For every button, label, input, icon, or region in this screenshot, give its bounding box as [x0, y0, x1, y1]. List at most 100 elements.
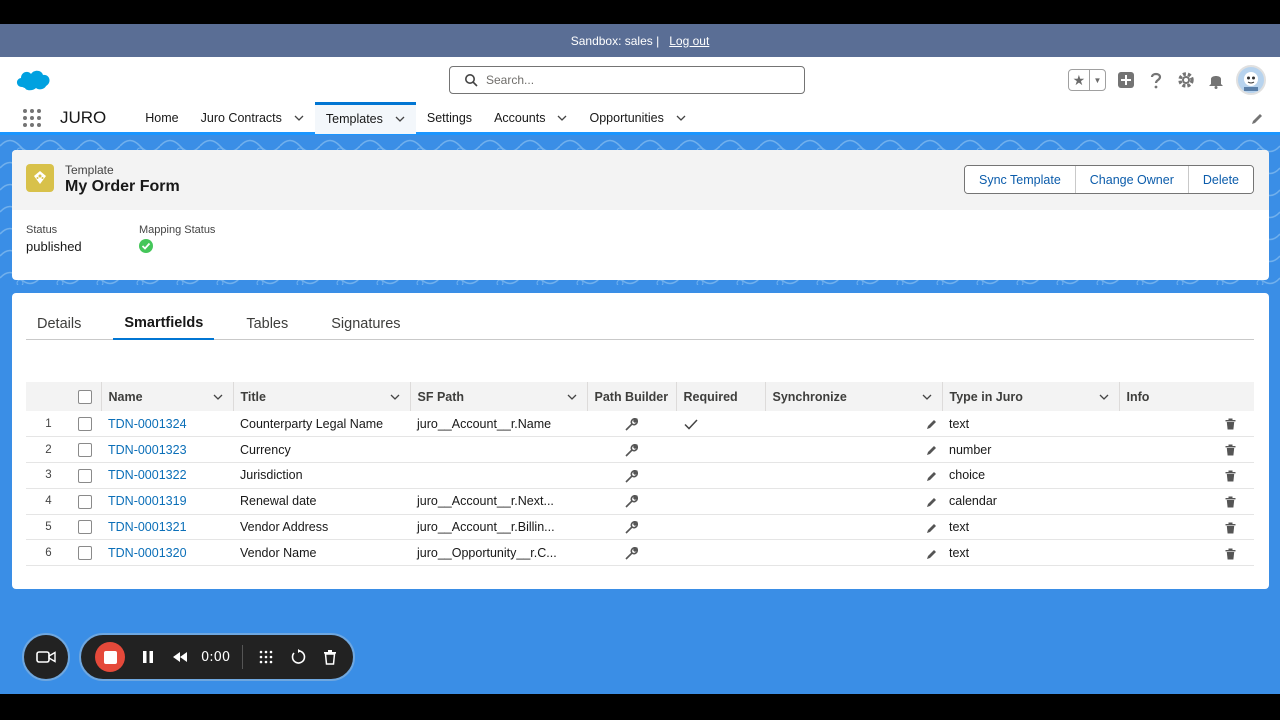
nav-item-juro-contracts[interactable]: Juro Contracts: [190, 102, 315, 134]
global-actions-plus-icon[interactable]: [1116, 70, 1136, 90]
trash-icon[interactable]: [1225, 522, 1236, 534]
row-checkbox[interactable]: [78, 520, 92, 535]
row-checkbox[interactable]: [78, 468, 92, 483]
column-header-title[interactable]: Title: [233, 382, 411, 411]
wrench-icon[interactable]: [625, 495, 638, 508]
star-icon[interactable]: ★: [1069, 70, 1090, 90]
rewind-button[interactable]: [171, 648, 189, 666]
gear-icon[interactable]: [1176, 70, 1196, 90]
camera-toggle-button[interactable]: [22, 633, 70, 681]
smartfield-name-link[interactable]: TDN-0001323: [101, 436, 233, 464]
column-header-info[interactable]: Info: [1119, 382, 1254, 411]
trash-icon[interactable]: [1225, 444, 1236, 456]
chevron-down-icon[interactable]: [557, 113, 567, 123]
pencil-icon[interactable]: [926, 496, 938, 508]
wrench-icon[interactable]: [625, 546, 638, 560]
edit-nav-pencil-icon[interactable]: [1250, 112, 1264, 126]
smartfield-name-link[interactable]: TDN-0001320: [101, 539, 233, 567]
app-launcher-grid-icon[interactable]: [22, 108, 42, 128]
nav-item-opportunities[interactable]: Opportunities: [578, 102, 696, 134]
column-header-path-builder[interactable]: Path Builder: [587, 382, 677, 411]
stop-recording-button[interactable]: [95, 642, 125, 672]
tab-tables[interactable]: Tables: [235, 307, 299, 340]
logout-link[interactable]: Log out: [669, 34, 709, 48]
chevron-down-icon[interactable]: [294, 113, 304, 123]
success-check-icon: [139, 239, 153, 253]
help-icon[interactable]: [1146, 70, 1166, 90]
tab-details[interactable]: Details: [26, 307, 92, 340]
chevron-down-icon[interactable]: [922, 392, 932, 402]
column-header-sf-path[interactable]: SF Path: [410, 382, 588, 411]
discard-button[interactable]: [321, 648, 339, 666]
table-row: 2 TDN-0001323 Currency number: [26, 436, 1254, 464]
tab-signatures[interactable]: Signatures: [320, 307, 411, 340]
restart-button[interactable]: [289, 648, 307, 666]
status-field: Status published: [26, 224, 82, 254]
rewind-icon: [173, 652, 187, 662]
change-owner-button[interactable]: Change Owner: [1075, 166, 1189, 193]
trash-icon[interactable]: [1225, 470, 1236, 482]
delete-button[interactable]: Delete: [1188, 166, 1253, 193]
favorites-group[interactable]: ★ ▼: [1068, 69, 1106, 91]
chevron-down-icon[interactable]: [567, 392, 577, 402]
row-checkbox[interactable]: [78, 443, 92, 458]
chevron-down-icon[interactable]: [390, 392, 400, 402]
chevron-down-icon[interactable]: [395, 114, 405, 124]
pause-button[interactable]: [139, 648, 157, 666]
column-header-label: SF Path: [417, 389, 465, 404]
nav-item-home[interactable]: Home: [134, 102, 189, 134]
row-checkbox[interactable]: [78, 417, 92, 431]
column-header-synchronize[interactable]: Synchronize: [765, 382, 943, 411]
chevron-down-icon[interactable]: ▼: [1090, 70, 1105, 90]
wrench-icon[interactable]: [625, 469, 638, 483]
notification-bell-icon[interactable]: [1206, 70, 1226, 90]
chevron-down-icon[interactable]: [676, 113, 686, 123]
type-in-juro: text: [942, 539, 1119, 567]
nav-item-settings[interactable]: Settings: [416, 102, 483, 134]
tab-smartfields[interactable]: Smartfields: [113, 307, 215, 340]
row-checkbox[interactable]: [78, 546, 92, 561]
trash-icon[interactable]: [1225, 548, 1236, 560]
nav-item-accounts[interactable]: Accounts: [483, 102, 578, 134]
sync-template-button[interactable]: Sync Template: [965, 166, 1076, 193]
row-select-cell: [71, 436, 101, 464]
pencil-icon[interactable]: [926, 522, 938, 534]
synchronize-cell: [765, 488, 942, 515]
screen-bottom-border: [0, 694, 1280, 720]
smartfield-name-link[interactable]: TDN-0001322: [101, 462, 233, 489]
pencil-icon[interactable]: [926, 444, 938, 456]
chevron-down-icon[interactable]: [213, 392, 223, 402]
wrench-icon[interactable]: [625, 443, 638, 457]
salesforce-logo-icon[interactable]: [14, 67, 52, 93]
info-cell: [1119, 514, 1254, 541]
pencil-icon[interactable]: [926, 418, 938, 430]
column-header-name[interactable]: Name: [101, 382, 234, 411]
column-header-type-in-juro[interactable]: Type in Juro: [942, 382, 1120, 411]
row-checkbox[interactable]: [78, 494, 92, 509]
global-search-input[interactable]: Search...: [449, 66, 805, 94]
table-row: 3 TDN-0001322 Jurisdiction choice: [26, 462, 1254, 489]
wrench-icon[interactable]: [625, 521, 638, 534]
select-all-header: [71, 382, 102, 411]
row-select-cell: [71, 411, 101, 438]
table-header-row: Name Title SF Path Path Builder Required…: [26, 382, 1254, 411]
column-header-required[interactable]: Required: [676, 382, 766, 411]
chevron-down-icon[interactable]: [1099, 392, 1109, 402]
trash-icon[interactable]: [1225, 496, 1236, 508]
smartfield-name-link[interactable]: TDN-0001319: [101, 488, 233, 515]
pencil-icon[interactable]: [926, 548, 938, 560]
trash-icon[interactable]: [1225, 418, 1236, 430]
select-all-checkbox[interactable]: [78, 389, 92, 404]
template-object-icon: [26, 164, 54, 192]
pencil-icon[interactable]: [926, 470, 938, 482]
user-avatar[interactable]: [1236, 65, 1266, 95]
table-row: 1 TDN-0001324 Counterparty Legal Name juro_…: [26, 411, 1254, 438]
wrench-icon[interactable]: [625, 417, 638, 431]
smartfield-name-link[interactable]: TDN-0001324: [101, 411, 233, 438]
smartfield-title: Jurisdiction: [233, 462, 410, 489]
nav-item-templates[interactable]: Templates: [314, 101, 416, 134]
row-number-header: [26, 382, 71, 411]
table-row: 5 TDN-0001321 Vendor Address juro__Account_…: [26, 514, 1254, 541]
smartfield-name-link[interactable]: TDN-0001321: [101, 514, 233, 541]
draw-grid-button[interactable]: [257, 648, 275, 666]
